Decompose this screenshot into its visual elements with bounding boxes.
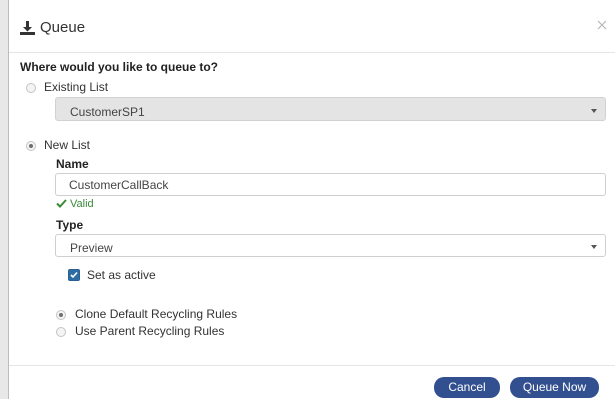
name-label: Name: [56, 157, 89, 171]
dialog-title: Queue: [40, 19, 86, 36]
use-parent-label: Use Parent Recycling Rules: [75, 324, 225, 338]
new-list-label: New List: [44, 138, 91, 152]
checkmark-icon: [70, 271, 78, 279]
type-label: Type: [56, 218, 84, 232]
use-parent-radio[interactable]: [56, 327, 66, 337]
dialog-header: Queue: [9, 0, 615, 53]
existing-list-label: Existing List: [44, 80, 109, 94]
set-active-label: Set as active: [87, 268, 156, 282]
name-input[interactable]: [55, 173, 606, 196]
set-active-checkbox[interactable]: [68, 269, 80, 281]
existing-list-select-value: CustomerSP1: [70, 105, 145, 119]
cancel-button[interactable]: Cancel: [434, 377, 500, 398]
queue-dialog: Queue Where would you like to queue to? …: [9, 0, 615, 399]
footer-divider: [9, 365, 615, 366]
clone-default-radio[interactable]: [56, 310, 66, 320]
checkmark-icon: [56, 199, 67, 208]
queue-now-button[interactable]: Queue Now: [510, 377, 599, 398]
existing-list-select[interactable]: CustomerSP1: [55, 97, 606, 121]
clone-default-label: Clone Default Recycling Rules: [75, 307, 238, 321]
queue-question: Where would you like to queue to?: [20, 60, 219, 74]
new-list-radio[interactable]: [26, 141, 36, 151]
existing-list-radio[interactable]: [26, 83, 36, 93]
close-icon[interactable]: [597, 20, 607, 30]
chevron-down-icon: [591, 109, 597, 113]
type-select[interactable]: Preview: [55, 234, 606, 257]
chevron-down-icon: [591, 245, 597, 249]
valid-text: Valid: [70, 198, 94, 210]
valid-indicator: Valid: [56, 198, 94, 210]
type-select-value: Preview: [70, 241, 113, 255]
download-icon: [20, 21, 35, 35]
